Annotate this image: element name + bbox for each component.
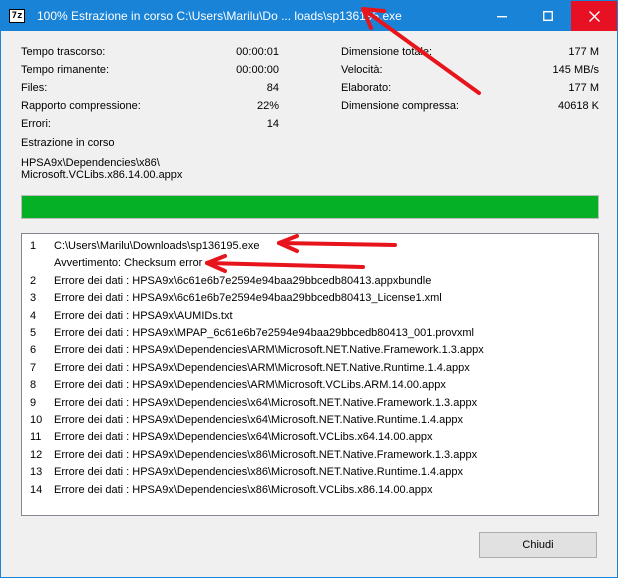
log-row-number: 6 bbox=[30, 344, 37, 357]
log-row-number: 3 bbox=[30, 292, 37, 305]
log-row-number: 14 bbox=[30, 483, 43, 496]
current-file: Microsoft.VCLibs.x86.14.00.appx bbox=[21, 169, 183, 181]
log-row[interactable]: 3 Errore dei dati : HPSA9x\6c61e6b7e2594e… bbox=[22, 290, 598, 307]
log-row-message: Avvertimento: Checksum error bbox=[54, 257, 203, 270]
log-row-number: 2 bbox=[30, 274, 37, 287]
log-row-message: Errore dei dati : HPSA9x\Dependencies\x6… bbox=[54, 431, 433, 444]
error-log-list[interactable]: 1 C:\Users\Marilu\Downloads\sp136195.exe A… bbox=[21, 233, 599, 516]
log-row-message: Errore dei dati : HPSA9x\Dependencies\x8… bbox=[54, 483, 433, 496]
elapsed-time-label: Tempo trascorso: bbox=[21, 46, 106, 58]
log-row-number: 7 bbox=[30, 361, 37, 374]
log-row-message: Errore dei dati : HPSA9x\Dependencies\x8… bbox=[54, 448, 478, 461]
minimize-icon bbox=[497, 16, 507, 18]
close-icon bbox=[588, 10, 600, 22]
maximize-icon bbox=[543, 11, 553, 21]
processed-label: Elaborato: bbox=[341, 82, 392, 94]
remaining-time-label: Tempo rimanente: bbox=[21, 64, 110, 76]
close-window-button[interactable] bbox=[571, 1, 617, 31]
processed-value: 177 M bbox=[568, 82, 599, 94]
log-row-number: 10 bbox=[30, 414, 43, 426]
log-row-number: 13 bbox=[30, 466, 43, 479]
log-row-message: C:\Users\Marilu\Downloads\sp136195.exe bbox=[54, 240, 260, 252]
minimize-button[interactable] bbox=[479, 1, 525, 31]
log-row[interactable]: 11 Errore dei dati : HPSA9x\Dependencies\… bbox=[22, 429, 598, 446]
log-row[interactable]: 7 Errore dei dati : HPSA9x\Dependencies\A… bbox=[22, 360, 598, 377]
log-row-message: Errore dei dati : HPSA9x\Dependencies\AR… bbox=[54, 344, 484, 357]
errors-value: 14 bbox=[266, 118, 279, 130]
close-button[interactable]: Chiudi bbox=[479, 532, 597, 558]
log-row-message: Errore dei dati : HPSA9x\MPAP_6c61e6b7e2… bbox=[54, 327, 474, 339]
title-bar[interactable]: 7z 100% Estrazione in corso C:\Users\Mar… bbox=[1, 1, 617, 31]
log-row-number: 11 bbox=[30, 431, 42, 444]
compression-ratio-label: Rapporto compressione: bbox=[21, 100, 141, 112]
log-row[interactable]: 8 Errore dei dati : HPSA9x\Dependencies\A… bbox=[22, 377, 598, 394]
errors-label: Errori: bbox=[21, 118, 51, 130]
log-row[interactable]: 4 Errore dei dati : HPSA9x\AUMIDs.txt bbox=[22, 308, 598, 325]
log-row-number: 9 bbox=[30, 396, 37, 409]
speed-label: Velocità: bbox=[341, 64, 383, 76]
progress-fill bbox=[22, 196, 598, 218]
log-row-number: 12 bbox=[30, 448, 43, 461]
status-heading: Estrazione in corso bbox=[21, 137, 115, 149]
remaining-time-value: 00:00:00 bbox=[236, 64, 279, 76]
speed-value: 145 MB/s bbox=[552, 64, 599, 76]
log-row[interactable]: 2 Errore dei dati : HPSA9x\6c61e6b7e2594e… bbox=[22, 273, 598, 290]
extraction-dialog: 7z 100% Estrazione in corso C:\Users\Mar… bbox=[0, 0, 618, 578]
log-row-message: Errore dei dati : HPSA9x\Dependencies\x6… bbox=[54, 396, 478, 409]
log-row[interactable]: Avvertimento: Checksum error bbox=[22, 255, 598, 272]
log-row-message: Errore dei dati : HPSA9x\Dependencies\AR… bbox=[54, 361, 470, 374]
log-row-message: Errore dei dati : HPSA9x\6c61e6b7e2594e9… bbox=[54, 274, 432, 287]
log-row-message: Errore dei dati : HPSA9x\Dependencies\AR… bbox=[54, 379, 446, 392]
log-row[interactable]: 6 Errore dei dati : HPSA9x\Dependencies\A… bbox=[22, 342, 598, 359]
files-label: Files: bbox=[21, 82, 48, 94]
7zip-app-icon: 7z bbox=[9, 9, 25, 23]
log-row[interactable]: 1 C:\Users\Marilu\Downloads\sp136195.exe bbox=[22, 238, 598, 255]
compressed-size-label: Dimensione compressa: bbox=[341, 100, 459, 112]
log-row-number: 8 bbox=[30, 379, 37, 392]
log-row-message: Errore dei dati : HPSA9x\AUMIDs.txt bbox=[54, 309, 233, 322]
log-row[interactable]: 9 Errore dei dati : HPSA9x\Dependencies\x… bbox=[22, 395, 598, 412]
log-row-message: Errore dei dati : HPSA9x\6c61e6b7e2594e9… bbox=[54, 292, 442, 305]
log-row-number: 4 bbox=[30, 309, 37, 322]
elapsed-time-value: 00:00:01 bbox=[236, 46, 279, 58]
log-row[interactable]: 12 Errore dei dati : HPSA9x\Dependencies\… bbox=[22, 447, 598, 464]
files-value: 84 bbox=[266, 82, 279, 94]
maximize-button[interactable] bbox=[525, 1, 571, 31]
log-row-message: Errore dei dati : HPSA9x\Dependencies\x8… bbox=[54, 466, 464, 479]
log-row-message: Errore dei dati : HPSA9x\Dependencies\x6… bbox=[54, 414, 464, 426]
compression-ratio-value: 22% bbox=[256, 100, 279, 112]
window-title: 100% Estrazione in corso C:\Users\Marilu… bbox=[37, 9, 402, 23]
total-size-value: 177 M bbox=[568, 46, 599, 58]
log-row-number: 5 bbox=[30, 327, 37, 339]
log-row[interactable]: 14 Errore dei dati : HPSA9x\Dependencies\… bbox=[22, 482, 598, 499]
progress-bar bbox=[21, 195, 599, 219]
log-row[interactable]: 10 Errore dei dati : HPSA9x\Dependencies\… bbox=[22, 412, 598, 429]
compressed-size-value: 40618 K bbox=[558, 100, 599, 112]
log-row-number: 1 bbox=[30, 240, 37, 252]
total-size-label: Dimensione totale: bbox=[341, 46, 433, 58]
current-path: HPSA9x\Dependencies\x86\ bbox=[21, 157, 160, 169]
log-row[interactable]: 5 Errore dei dati : HPSA9x\MPAP_6c61e6b7e… bbox=[22, 325, 598, 342]
log-row[interactable]: 13 Errore dei dati : HPSA9x\Dependencies\… bbox=[22, 464, 598, 481]
